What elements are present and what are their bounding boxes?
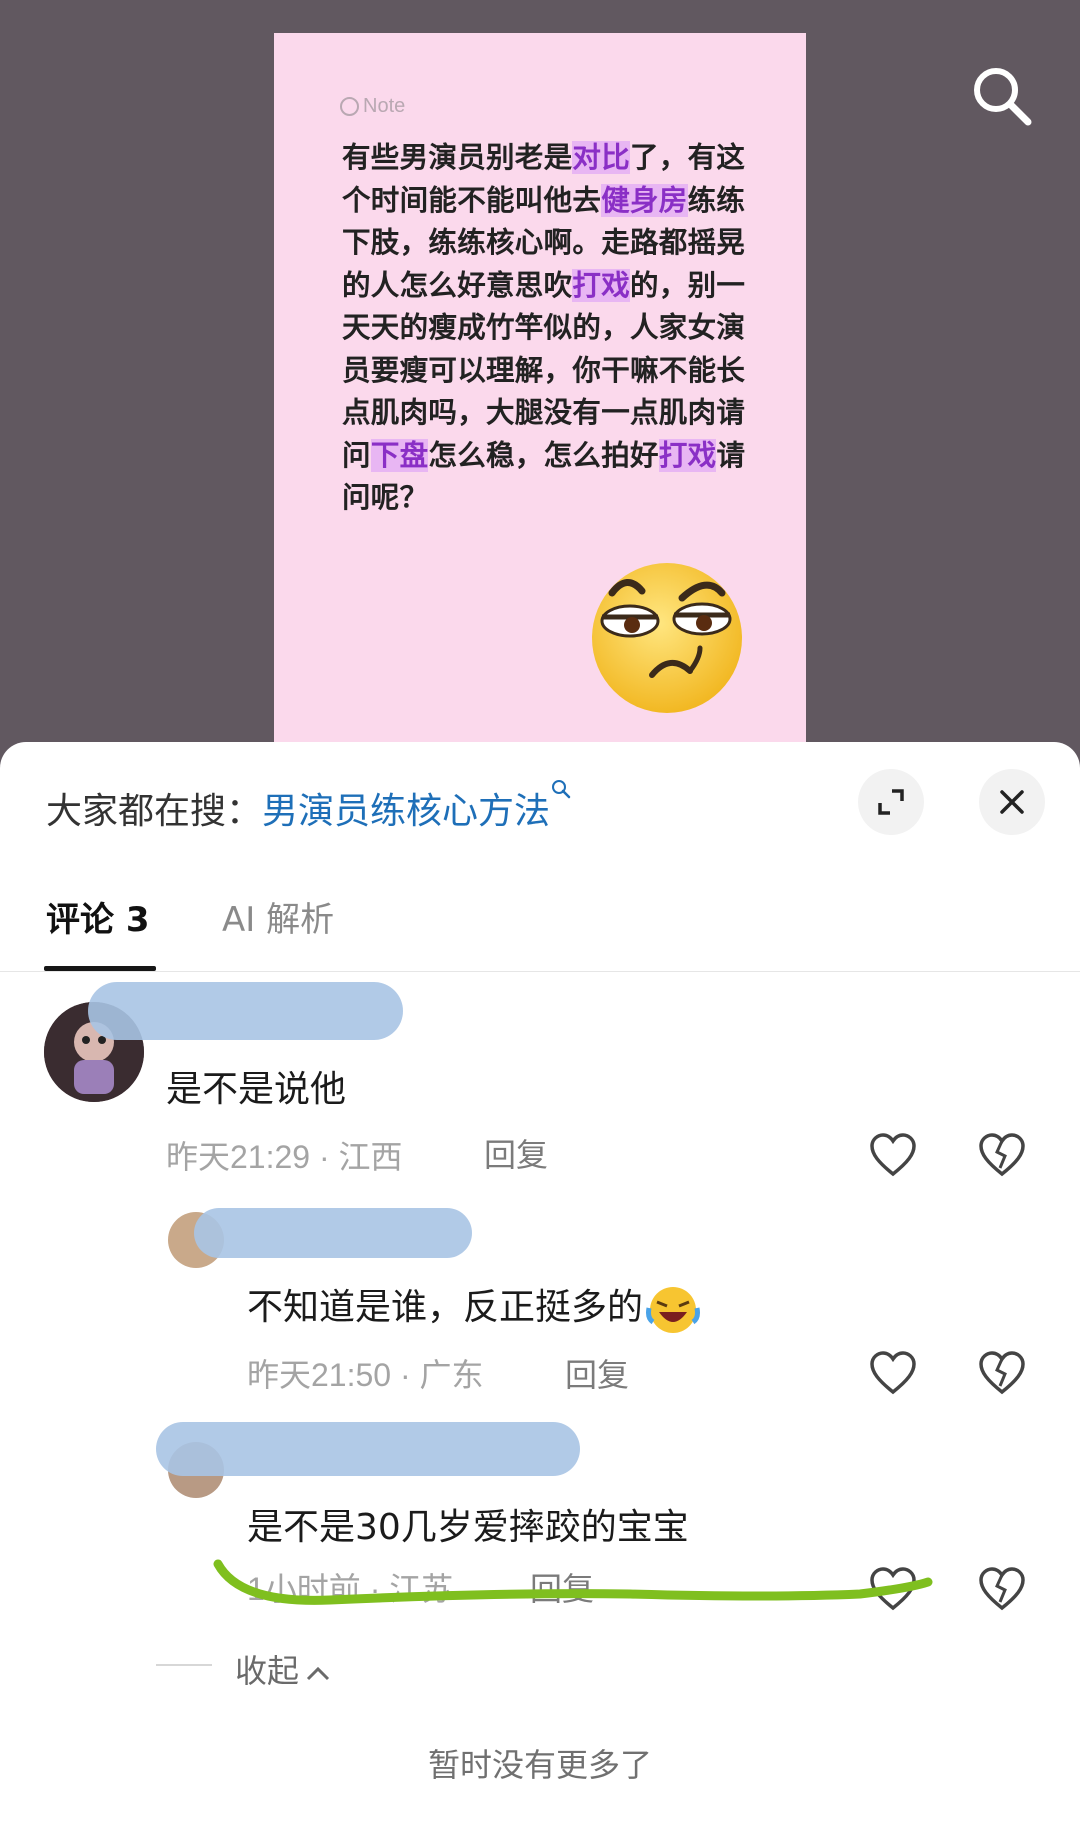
chevron-up-icon: [306, 1666, 330, 1681]
note-image: Note 有些男演员别老是对比了，有这个时间能不能叫他去健身房练练下肢，练练核心…: [274, 33, 806, 760]
skeptical-face-emoji-icon: [592, 563, 742, 713]
note-header-label: Note: [363, 95, 406, 117]
comment-meta: 昨天21:50 · 广东: [247, 1357, 484, 1393]
hot-search-bar[interactable]: 大家都在搜：男演员练核心方法: [46, 780, 572, 834]
note-text: 有些男演员别老是对比了，有这个时间能不能叫他去健身房练练下肢，练练核心啊。走路都…: [342, 137, 762, 520]
note-segment: 有些男演员别老是: [342, 141, 573, 174]
comment-location: 江西: [338, 1139, 403, 1175]
note-highlight: 打戏: [572, 268, 631, 302]
dislike-broken-heart-icon[interactable]: [977, 1350, 1027, 1396]
crying-laughing-emoji-icon: [646, 1287, 701, 1333]
comment-text: 是不是30几岁爱摔跤的宝宝: [247, 1507, 689, 1548]
small-search-icon: [552, 780, 571, 799]
dislike-broken-heart-icon[interactable]: [977, 1132, 1027, 1178]
comment-text: 是不是说他: [166, 1069, 347, 1110]
note-highlight: 打戏: [658, 438, 717, 472]
note-highlight: 对比: [572, 141, 631, 174]
like-heart-icon[interactable]: [868, 1350, 918, 1396]
search-icon[interactable]: [968, 62, 1038, 132]
green-annotation-underline: [213, 1559, 933, 1605]
comment-time: 昨天21:29: [166, 1139, 311, 1175]
comment-sheet: 大家都在搜：男演员练核心方法 评论 3 AI 解析 是不是说他 昨天21:29 …: [0, 742, 1080, 1834]
tab-ai-analysis[interactable]: AI 解析: [222, 892, 334, 941]
username-redacted: [88, 982, 403, 1040]
comment-text-content: 不知道是谁，反正挺多的: [247, 1287, 644, 1328]
comment-text: 不知道是谁，反正挺多的: [247, 1278, 701, 1336]
note-segment: 怎么稳，怎么拍好: [428, 438, 659, 472]
hot-search-prefix: 大家都在搜：: [46, 791, 263, 832]
expand-button[interactable]: [858, 769, 924, 835]
expand-icon: [878, 789, 904, 815]
close-icon: [1000, 790, 1024, 814]
dislike-broken-heart-icon[interactable]: [977, 1566, 1027, 1612]
reply-button[interactable]: 回复: [565, 1350, 629, 1396]
close-button[interactable]: [979, 769, 1045, 835]
note-circle-icon: [340, 97, 359, 116]
no-more-label: 暂时没有更多了: [427, 1746, 652, 1784]
collapse-button[interactable]: 收起: [235, 1646, 333, 1692]
tab-divider: [0, 971, 1080, 972]
collapse-label: 收起: [235, 1652, 300, 1690]
note-highlight: 健身房: [601, 183, 688, 217]
comment-time: 昨天21:50: [247, 1357, 392, 1393]
note-highlight: 下盘: [370, 438, 429, 472]
collapse-divider: [156, 1664, 212, 1666]
username-redacted: [156, 1422, 580, 1476]
comment-location: 广东: [419, 1357, 484, 1393]
hot-search-term[interactable]: 男演员练核心方法: [262, 791, 550, 832]
comment-meta: 昨天21:29 · 江西: [166, 1139, 403, 1175]
like-heart-icon[interactable]: [868, 1132, 918, 1178]
note-header: Note: [340, 95, 405, 118]
username-redacted: [194, 1208, 472, 1258]
reply-button[interactable]: 回复: [484, 1130, 548, 1176]
image-viewer-background: Note 有些男演员别老是对比了，有这个时间能不能叫他去健身房练练下肢，练练核心…: [0, 0, 1080, 760]
tab-comments[interactable]: 评论 3: [46, 892, 150, 941]
